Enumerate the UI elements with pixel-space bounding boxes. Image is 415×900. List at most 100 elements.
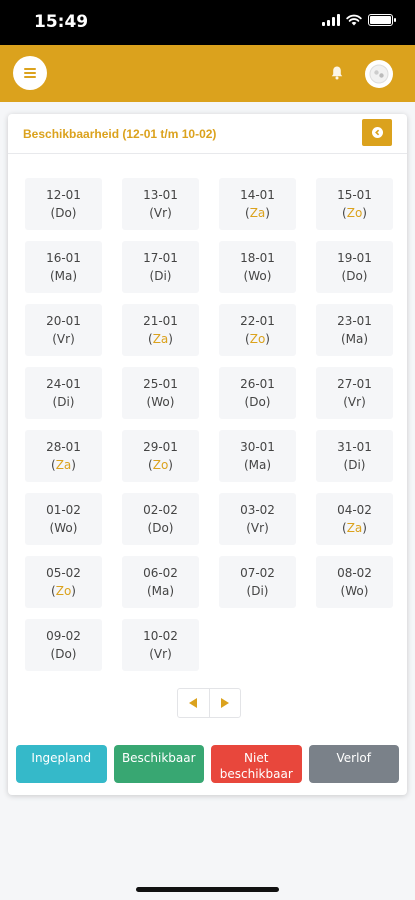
weekday-name: Zo [55, 583, 72, 598]
day-cell[interactable]: 16-01 (Ma) [25, 241, 102, 293]
weekday-name: Di [251, 583, 264, 598]
weekday-name: Vr [347, 394, 362, 409]
day-grid: 12-01 (Do) 13-01 (Vr) 14-01 (Za) 15-01 (Zo) 16-0… [25, 178, 393, 671]
day-weekday: (Za) [148, 331, 173, 346]
day-cell[interactable]: 04-02 (Za) [316, 493, 393, 545]
weekday-name: Vr [56, 331, 71, 346]
menu-button[interactable] [13, 56, 47, 90]
weekday-name: Vr [153, 646, 168, 661]
day-date: 28-01 [46, 439, 81, 454]
app-header [0, 45, 415, 102]
day-weekday: (Zo) [245, 331, 270, 346]
day-cell[interactable]: 20-01 (Vr) [25, 304, 102, 356]
day-cell[interactable]: 12-01 (Do) [25, 178, 102, 230]
weekday-name: Do [55, 205, 72, 220]
day-date: 02-02 [143, 502, 178, 517]
day-date: 05-02 [46, 565, 81, 580]
day-weekday: (Ma) [146, 583, 175, 598]
legend-beschikbaar-button[interactable]: Beschikbaar [113, 745, 204, 783]
day-cell[interactable]: 29-01 (Zo) [122, 430, 199, 482]
weekday-name: Zo [152, 457, 169, 472]
day-cell[interactable]: 19-01 (Do) [316, 241, 393, 293]
day-date: 20-01 [46, 313, 81, 328]
day-weekday: (Ma) [49, 268, 78, 283]
day-cell[interactable]: 10-02 (Vr) [122, 619, 199, 671]
weekday-name: Do [55, 646, 72, 661]
day-weekday: (Di) [343, 457, 366, 472]
day-weekday: (Vr) [343, 394, 366, 409]
day-date: 06-02 [143, 565, 178, 580]
day-cell[interactable]: 06-02 (Ma) [122, 556, 199, 608]
day-weekday: (Di) [52, 394, 75, 409]
day-cell[interactable]: 08-02 (Wo) [316, 556, 393, 608]
weekday-name: Za [55, 457, 72, 472]
day-date: 08-02 [337, 565, 372, 580]
previous-page-button[interactable] [178, 689, 209, 717]
avatar-icon [369, 64, 389, 84]
weekday-name: Do [152, 520, 169, 535]
pager [177, 688, 241, 718]
day-cell[interactable]: 21-01 (Za) [122, 304, 199, 356]
day-cell[interactable]: 03-02 (Vr) [219, 493, 296, 545]
day-cell[interactable]: 02-02 (Do) [122, 493, 199, 545]
day-weekday: (Za) [51, 457, 76, 472]
day-weekday: (Za) [342, 520, 367, 535]
weekday-name: Za [346, 520, 363, 535]
day-cell[interactable]: 31-01 (Di) [316, 430, 393, 482]
status-bar: 15:49 [0, 0, 415, 45]
day-cell[interactable]: 28-01 (Za) [25, 430, 102, 482]
day-cell[interactable]: 30-01 (Ma) [219, 430, 296, 482]
hamburger-icon [24, 68, 36, 78]
day-cell[interactable]: 24-01 (Di) [25, 367, 102, 419]
bell-icon[interactable] [330, 65, 344, 81]
triangle-left-icon [189, 698, 198, 708]
weekday-name: Vr [153, 205, 168, 220]
day-cell[interactable]: 05-02 (Zo) [25, 556, 102, 608]
avatar[interactable] [365, 60, 393, 88]
next-page-button[interactable] [208, 689, 241, 717]
weekday-name: Vr [250, 520, 265, 535]
day-date: 25-01 [143, 376, 178, 391]
cellular-signal-icon [322, 14, 340, 26]
day-date: 22-01 [240, 313, 275, 328]
day-cell[interactable]: 15-01 (Zo) [316, 178, 393, 230]
legend-ingepland-button[interactable]: Ingepland [16, 745, 107, 783]
legend-verlof-button[interactable]: Verlof [308, 745, 399, 783]
day-cell[interactable]: 26-01 (Do) [219, 367, 296, 419]
day-cell[interactable]: 23-01 (Ma) [316, 304, 393, 356]
day-weekday: (Ma) [340, 331, 369, 346]
day-date: 30-01 [240, 439, 275, 454]
battery-icon [368, 14, 396, 26]
legend-niet-beschikbaar-button[interactable]: Niet beschikbaar [211, 745, 302, 783]
day-date: 18-01 [240, 250, 275, 265]
availability-card: Beschikbaarheid (12-01 t/m 10-02) 12-01 (… [8, 114, 407, 795]
day-weekday: (Do) [147, 520, 174, 535]
day-cell[interactable]: 14-01 (Za) [219, 178, 296, 230]
day-cell[interactable]: 13-01 (Vr) [122, 178, 199, 230]
chevron-left-circle-icon [371, 127, 383, 138]
day-cell[interactable]: 17-01 (Di) [122, 241, 199, 293]
day-weekday: (Wo) [243, 268, 272, 283]
day-weekday: (Do) [50, 646, 77, 661]
weekday-name: Wo [248, 268, 267, 283]
weekday-name: Di [348, 457, 361, 472]
status-time: 15:49 [34, 12, 89, 32]
day-cell[interactable]: 01-02 (Wo) [25, 493, 102, 545]
day-cell[interactable]: 18-01 (Wo) [219, 241, 296, 293]
day-cell[interactable]: 07-02 (Di) [219, 556, 296, 608]
weekday-name: Za [152, 331, 169, 346]
day-cell[interactable]: 25-01 (Wo) [122, 367, 199, 419]
day-cell[interactable]: 27-01 (Vr) [316, 367, 393, 419]
day-date: 24-01 [46, 376, 81, 391]
day-cell[interactable]: 09-02 (Do) [25, 619, 102, 671]
weekday-name: Di [57, 394, 70, 409]
collapse-button[interactable] [362, 119, 392, 146]
weekday-name: Do [249, 394, 266, 409]
weekday-name: Zo [249, 331, 266, 346]
triangle-right-icon [220, 698, 229, 708]
day-date: 04-02 [337, 502, 372, 517]
day-date: 27-01 [337, 376, 372, 391]
day-cell[interactable]: 22-01 (Zo) [219, 304, 296, 356]
day-weekday: (Do) [244, 394, 271, 409]
weekday-name: Zo [346, 205, 363, 220]
